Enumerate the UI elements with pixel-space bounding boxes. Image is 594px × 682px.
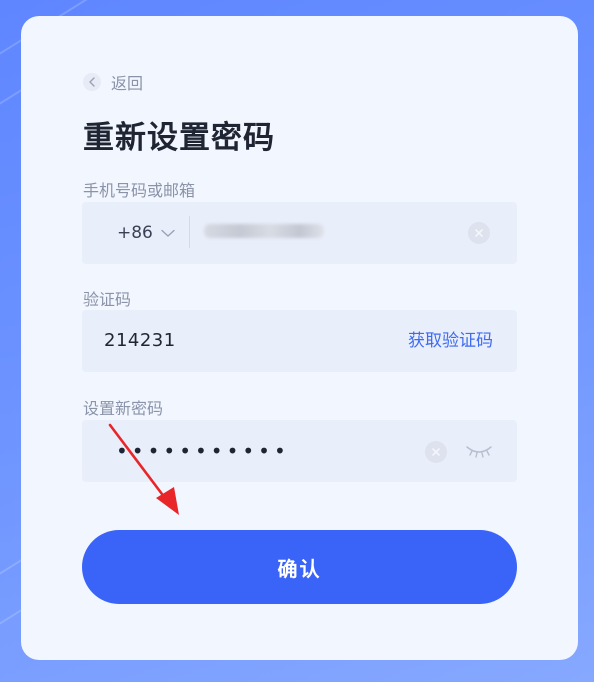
phone-label: 手机号码或邮箱 [83, 181, 196, 200]
country-code-select[interactable]: +86 [117, 202, 175, 264]
page-title: 重新设置密码 [83, 120, 275, 156]
reset-password-card: 返回 重新设置密码 手机号码或邮箱 +86 验证码 214231 获取验证码 设… [21, 16, 578, 660]
country-code-value: +86 [117, 223, 153, 243]
confirm-button[interactable]: 确认 [82, 530, 517, 604]
eye-closed-icon[interactable] [465, 441, 493, 465]
back-label: 返回 [111, 74, 144, 93]
back-button[interactable]: 返回 [83, 70, 143, 94]
clear-icon[interactable] [468, 222, 490, 244]
divider [189, 216, 190, 248]
password-label: 设置新密码 [83, 399, 164, 418]
password-input[interactable]: ••••••••••• [116, 420, 290, 482]
get-code-button[interactable]: 获取验证码 [408, 310, 493, 372]
code-field[interactable]: 214231 获取验证码 [82, 310, 517, 372]
chevron-left-icon [83, 73, 101, 91]
code-input[interactable]: 214231 [104, 310, 176, 372]
chevron-down-icon [161, 223, 175, 243]
phone-input-masked[interactable] [204, 224, 324, 238]
phone-field[interactable]: +86 [82, 202, 517, 264]
clear-icon[interactable] [425, 441, 447, 463]
code-label: 验证码 [83, 290, 132, 309]
password-field[interactable]: ••••••••••• [82, 420, 517, 482]
